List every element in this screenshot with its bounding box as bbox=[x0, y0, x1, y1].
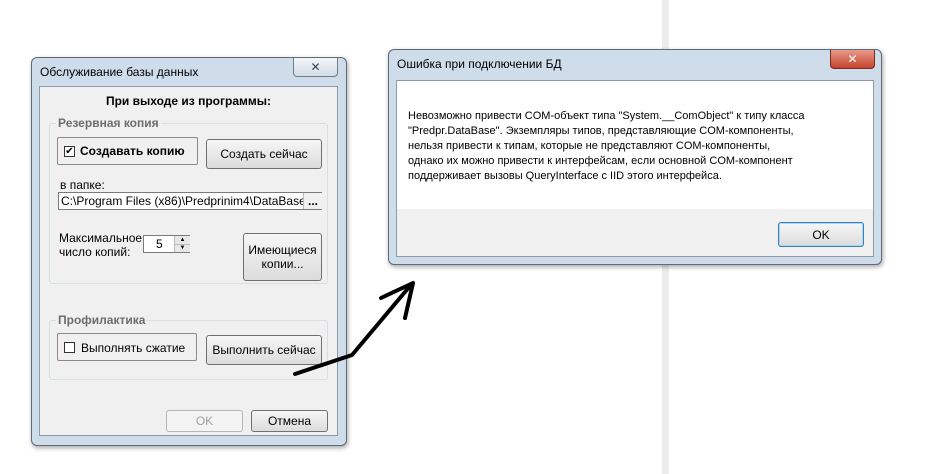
error-dialog-close-button[interactable]: ✕ bbox=[830, 50, 875, 69]
cancel-button[interactable]: Отмена bbox=[251, 410, 328, 432]
db-maintenance-client: При выходе из программы: Резервная копия… bbox=[39, 86, 338, 436]
error-message-line: "Predpr.DataBase". Экземпляры типов, пре… bbox=[408, 125, 794, 137]
folder-path-field[interactable]: C:\Program Files (x86)\Predprinim4\DataB… bbox=[58, 192, 322, 210]
ok-button-disabled[interactable]: OK bbox=[166, 410, 243, 432]
compress-check bbox=[64, 342, 75, 353]
run-now-button[interactable]: Выполнить сейчас bbox=[206, 335, 322, 365]
db-maintenance-dialog: Обслуживание базы данных ✕ При выходе из… bbox=[31, 57, 347, 446]
max-copies-label-2: число копий: bbox=[59, 245, 131, 259]
error-dialog-title: Ошибка при подключении БД bbox=[397, 57, 562, 71]
error-message: Невозможно привести COM-объект типа "Sys… bbox=[408, 109, 805, 184]
existing-copies-label-2: копии... bbox=[261, 257, 304, 271]
compress-checkbox[interactable]: Выполнять сжатие bbox=[57, 333, 197, 361]
error-message-line: нельзя привести к типам, которые не пред… bbox=[408, 140, 771, 152]
max-copies-spin-down[interactable]: ▼ bbox=[174, 245, 190, 252]
spin-down-icon: ▼ bbox=[179, 245, 186, 251]
db-maintenance-title: Обслуживание базы данных bbox=[40, 65, 199, 79]
max-copies-label-1: Максимальное bbox=[59, 231, 143, 245]
create-copy-check: ✔ bbox=[64, 146, 75, 157]
maintenance-group: Профилактика Выполнять сжатие Выполнить … bbox=[49, 313, 328, 380]
folder-label: в папке: bbox=[60, 178, 105, 192]
error-ok-button[interactable]: OK bbox=[778, 222, 864, 247]
maintenance-group-label: Профилактика bbox=[56, 313, 148, 327]
existing-copies-label-1: Имеющиеся bbox=[248, 243, 317, 257]
browse-label: ... bbox=[307, 194, 318, 208]
folder-path-text: C:\Program Files (x86)\Predprinim4\DataB… bbox=[61, 194, 322, 208]
arrow-head bbox=[379, 281, 415, 320]
browse-folder-button[interactable]: ... bbox=[303, 193, 322, 209]
close-icon: ✕ bbox=[847, 52, 858, 66]
create-now-button[interactable]: Создать сейчас bbox=[206, 139, 322, 169]
db-maintenance-close-button[interactable]: ✕ bbox=[293, 58, 338, 77]
error-message-line: Невозможно привести COM-объект типа "Sys… bbox=[408, 110, 805, 122]
connection-error-dialog: Ошибка при подключении БД ✕ Невозможно п… bbox=[388, 49, 882, 265]
close-icon: ✕ bbox=[310, 60, 321, 74]
existing-copies-button[interactable]: Имеющиеся копии... bbox=[243, 233, 322, 281]
backup-group: Резервная копия ✔ Создавать копию Создат… bbox=[49, 116, 328, 284]
checkmark-icon: ✔ bbox=[65, 145, 74, 157]
compress-label: Выполнять сжатие bbox=[81, 341, 186, 355]
max-copies-value: 5 bbox=[156, 237, 163, 251]
spin-up-icon: ▲ bbox=[179, 237, 186, 243]
create-copy-checkbox[interactable]: ✔ Создавать копию bbox=[57, 137, 198, 165]
exit-header: При выходе из программы: bbox=[105, 94, 272, 108]
create-copy-label: Создавать копию bbox=[80, 144, 185, 158]
error-message-line: однако их можно привести к интерфейсам, … bbox=[408, 155, 793, 167]
max-copies-spin-up[interactable]: ▲ bbox=[174, 236, 190, 245]
error-dialog-client: Невозможно привести COM-объект типа "Sys… bbox=[396, 80, 874, 257]
error-message-line: поддерживает вызовы QueryInterface с IID… bbox=[408, 170, 722, 182]
backup-group-label: Резервная копия bbox=[56, 116, 161, 130]
